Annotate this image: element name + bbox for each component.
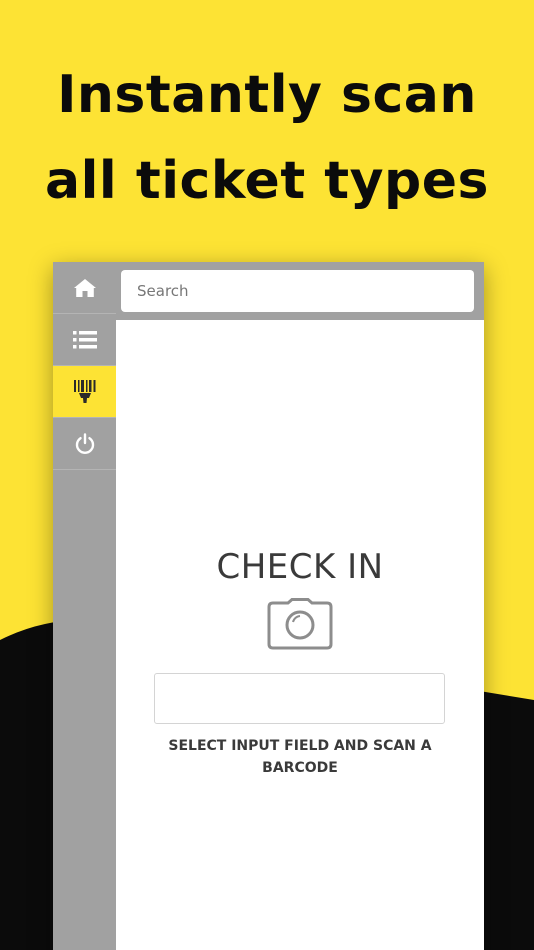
headline-line-2: all ticket types [45, 151, 489, 211]
top-bar [116, 262, 484, 320]
checkin-title: CHECK IN [216, 547, 384, 587]
power-icon [75, 432, 94, 454]
sidebar-item-scan[interactable] [53, 366, 116, 418]
checkin-panel: CHECK IN SELECT INPUT FIELD AND SCAN A B… [116, 320, 484, 950]
scan-instruction: SELECT INPUT FIELD AND SCAN A BARCODE [168, 738, 432, 776]
headline: Instantly scan all ticket types [0, 52, 534, 224]
home-icon [73, 278, 96, 297]
headline-line-1: Instantly scan [57, 65, 477, 125]
barcode-scanner-icon [73, 379, 95, 403]
sidebar-item-list[interactable] [53, 314, 116, 366]
search-input[interactable] [121, 270, 474, 312]
sidebar [53, 262, 116, 950]
barcode-input[interactable] [154, 673, 445, 724]
app-screen: CHECK IN SELECT INPUT FIELD AND SCAN A B… [53, 262, 484, 950]
sidebar-item-logout[interactable] [53, 418, 116, 470]
camera-icon[interactable] [267, 598, 333, 650]
sidebar-item-home[interactable] [53, 262, 116, 314]
list-icon [72, 330, 97, 348]
